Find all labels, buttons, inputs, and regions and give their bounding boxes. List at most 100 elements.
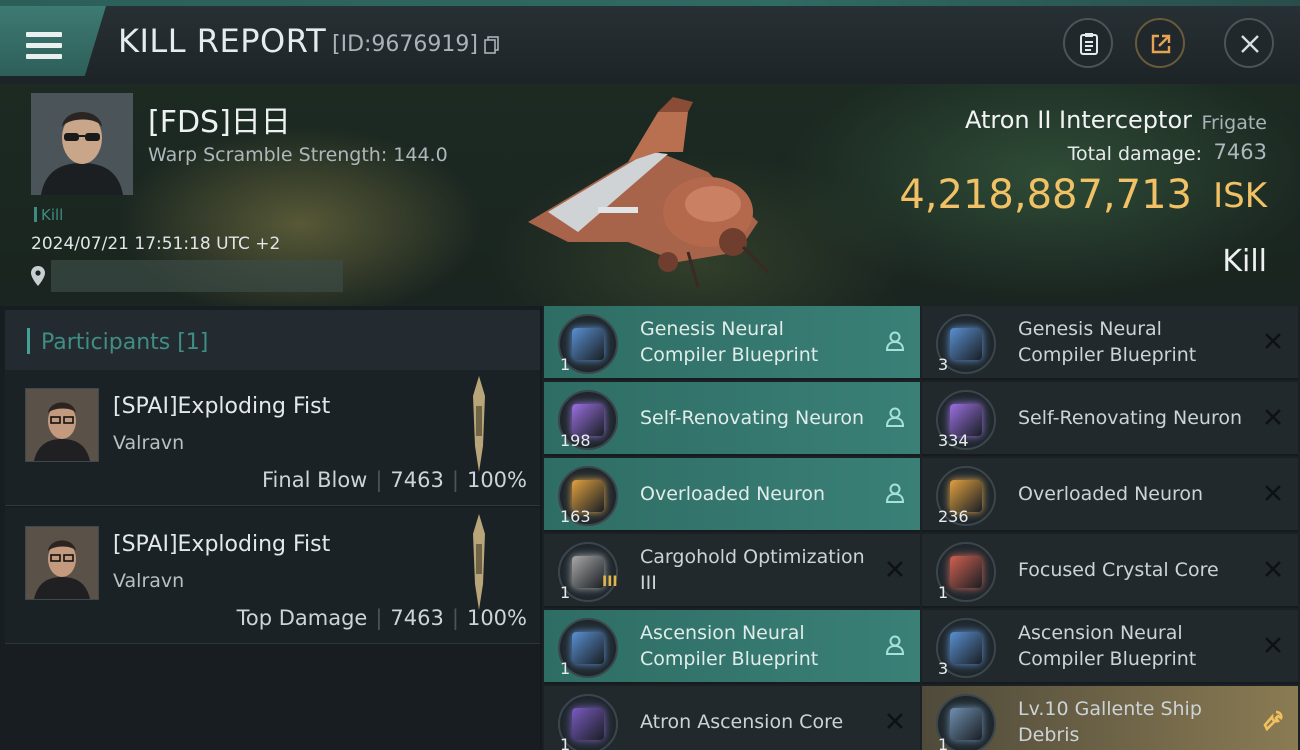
menu-button[interactable]: [0, 6, 106, 76]
item-card[interactable]: 198 Self-Renovating Neuron: [544, 382, 920, 456]
blueprint-swatch: [572, 328, 604, 360]
item-quantity: 1: [560, 355, 571, 374]
participant-ship-icon: [473, 514, 485, 610]
kill-result: Kill: [1222, 244, 1267, 279]
item-card[interactable]: 163 Overloaded Neuron: [544, 458, 920, 532]
participant-ship: Valravn: [113, 570, 185, 592]
blueprint-swatch: [572, 632, 604, 664]
location-pin-icon: [31, 266, 45, 286]
core-swatch: [572, 708, 604, 740]
share-icon: [1151, 34, 1171, 54]
location-redacted: [51, 260, 343, 292]
participants-title: Participants [1]: [41, 330, 209, 355]
victim-name[interactable]: [FDS]日日: [148, 97, 291, 141]
clipboard-icon: [1080, 33, 1098, 55]
close-icon: [1241, 35, 1259, 53]
item-quantity: 1: [938, 583, 949, 602]
participant-percent: 100%: [466, 468, 527, 492]
isk-value: 4,218,887,713: [899, 172, 1192, 218]
blueprint-swatch: [950, 328, 982, 360]
participant-name[interactable]: [SPAI]Exploding Fist: [113, 394, 330, 419]
participant-ship: Valravn: [113, 432, 185, 454]
header-bar: KILL REPORT [ID:9676919]: [0, 0, 1300, 84]
item-tier-badge: III: [602, 574, 618, 590]
ship-render-image: [528, 97, 770, 288]
page-title: KILL REPORT: [118, 22, 327, 60]
participant-portrait-image: [26, 389, 98, 461]
participant-role: Final Blow: [262, 468, 368, 492]
item-quantity: 334: [938, 431, 969, 450]
item-name: Cargohold Optimization III: [640, 546, 865, 594]
debris-swatch: [950, 708, 982, 740]
item-name: Ascension Neural Compiler Blueprint: [1018, 622, 1197, 670]
item-name: Lv.10 Gallente Ship Debris: [1018, 698, 1202, 746]
participant-damage: 7463: [390, 468, 444, 492]
destroyed-x-icon: [1265, 485, 1281, 501]
core-swatch: [950, 556, 982, 588]
module-swatch: [572, 556, 604, 588]
item-card[interactable]: 3 Genesis Neural Compiler Blueprint: [922, 306, 1298, 380]
item-quantity: 198: [560, 431, 591, 450]
item-name: Focused Crystal Core: [1018, 559, 1219, 581]
destroyed-x-icon: [887, 561, 903, 577]
hamburger-icon: [26, 32, 62, 60]
report-id: [ID:9676919]: [332, 32, 478, 57]
wrench-icon: [1263, 710, 1283, 732]
person-icon: [885, 407, 905, 427]
participant-portrait-image: [26, 527, 98, 599]
item-card[interactable]: 236 Overloaded Neuron: [922, 458, 1298, 532]
item-card[interactable]: 1 Atron Ascension Core: [544, 686, 920, 750]
participant-row[interactable]: [SPAI]Exploding Fist Valravn Top Damage |…: [5, 508, 540, 644]
item-quantity: 163: [560, 507, 591, 526]
participant-role: Top Damage: [236, 606, 368, 630]
kill-tag: Kill: [34, 206, 63, 224]
clipboard-button[interactable]: [1063, 18, 1113, 68]
item-card[interactable]: 1 Ascension Neural Compiler Blueprint: [544, 610, 920, 684]
destroyed-x-icon: [887, 713, 903, 729]
item-quantity: 1: [560, 583, 571, 602]
item-card[interactable]: 1 Lv.10 Gallente Ship Debris: [922, 686, 1298, 750]
item-name: Self-Renovating Neuron: [640, 407, 865, 429]
item-card[interactable]: III 1 Cargohold Optimization III: [544, 534, 920, 608]
victim-portrait[interactable]: [31, 93, 133, 195]
item-card[interactable]: 1 Genesis Neural Compiler Blueprint: [544, 306, 920, 380]
blueprint-swatch: [950, 632, 982, 664]
participant-avatar[interactable]: [25, 388, 99, 462]
dropped-items-grid: 1 Genesis Neural Compiler Blueprint 3 Genes…: [542, 306, 1300, 750]
item-card[interactable]: 1 Focused Crystal Core: [922, 534, 1298, 608]
participant-damage: 7463: [390, 606, 444, 630]
item-quantity: 1: [560, 735, 571, 750]
pilot-avatar-image: [31, 93, 133, 195]
item-name: Self-Renovating Neuron: [1018, 407, 1243, 429]
destroyed-x-icon: [1265, 409, 1281, 425]
participant-avatar[interactable]: [25, 526, 99, 600]
ship-name[interactable]: Atron II Interceptor: [965, 106, 1192, 134]
copy-icon[interactable]: [484, 36, 500, 54]
item-card[interactable]: 334 Self-Renovating Neuron: [922, 382, 1298, 456]
destroyed-x-icon: [1265, 561, 1281, 577]
item-name: Overloaded Neuron: [1018, 483, 1204, 505]
destroyed-x-icon: [1265, 637, 1281, 653]
item-card[interactable]: 3 Ascension Neural Compiler Blueprint: [922, 610, 1298, 684]
warp-scramble-strength: Warp Scramble Strength: 144.0: [148, 144, 448, 166]
close-button[interactable]: [1224, 18, 1274, 68]
participant-row[interactable]: [SPAI]Exploding Fist Valravn Final Blow |…: [5, 370, 540, 506]
share-button[interactable]: [1135, 18, 1185, 68]
participant-stats: Top Damage | 7463 | 100%: [236, 606, 527, 630]
item-name: Genesis Neural Compiler Blueprint: [640, 318, 819, 366]
total-damage-value: 7463: [1213, 140, 1267, 164]
participants-panel: Participants [1] [SPAI]Exploding Fist Va…: [0, 306, 540, 750]
person-icon: [885, 635, 905, 655]
participant-stats: Final Blow | 7463 | 100%: [262, 468, 527, 492]
item-quantity: 1: [560, 659, 571, 678]
participant-name[interactable]: [SPAI]Exploding Fist: [113, 532, 330, 557]
item-name: Genesis Neural Compiler Blueprint: [1018, 318, 1197, 366]
item-name: Overloaded Neuron: [640, 483, 826, 505]
ship-class: Frigate: [1201, 112, 1267, 134]
kill-timestamp: 2024/07/21 17:51:18 UTC +2: [31, 234, 281, 254]
person-icon: [885, 483, 905, 503]
item-quantity: 3: [938, 355, 949, 374]
item-quantity: 236: [938, 507, 969, 526]
participant-percent: 100%: [466, 606, 527, 630]
participants-header: Participants [1]: [5, 310, 540, 370]
